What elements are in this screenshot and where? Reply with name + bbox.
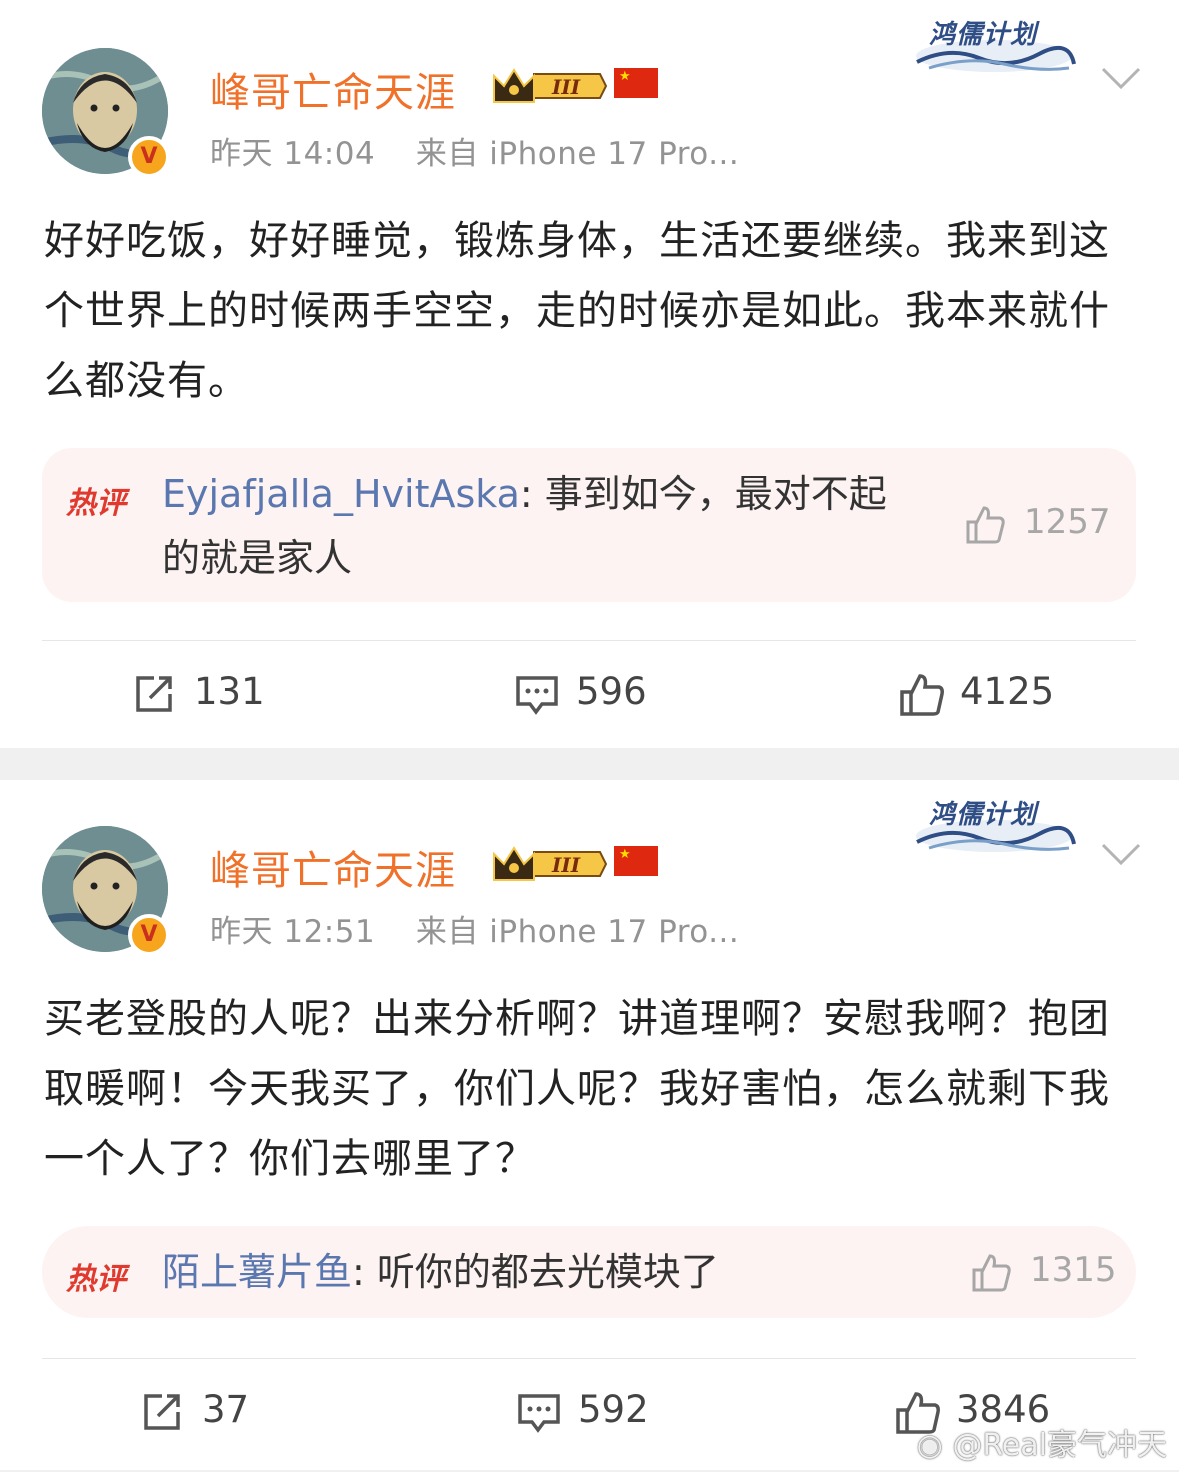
divider bbox=[42, 640, 1136, 641]
hongru-plan-text: 鸿儒计划 bbox=[929, 800, 1038, 830]
repost-icon bbox=[136, 676, 172, 712]
like-count: 4125 bbox=[960, 670, 1055, 713]
post-content[interactable]: 好好吃饭，好好睡觉，锻炼身体，生活还要继续。我来到这个世界上的时候两手空空，走的… bbox=[44, 206, 1134, 416]
hot-comment[interactable]: 热评 Eyjafjalla_HvitAska: 事到如今，最对不起的就是家人 1… bbox=[42, 448, 1136, 602]
post-time: 昨天 12:51 bbox=[210, 914, 376, 950]
comment-button[interactable]: 592 bbox=[516, 1388, 676, 1438]
hongru-plan-badge: 鸿儒计划 bbox=[909, 788, 1079, 852]
like-button[interactable]: 4125 bbox=[898, 670, 1078, 720]
crown-icon[interactable]: III bbox=[490, 842, 608, 886]
comment-count: 596 bbox=[576, 670, 647, 713]
china-flag-icon: ★ bbox=[614, 68, 658, 98]
crown-icon[interactable]: III bbox=[490, 64, 608, 108]
post-content[interactable]: 买老登股的人呢？出来分析啊？讲道理啊？安慰我啊？抱团取暖啊！今天我买了，你们人呢… bbox=[44, 984, 1134, 1194]
comment-icon bbox=[516, 676, 558, 715]
repost-icon bbox=[144, 1394, 180, 1430]
watermark-text: @Real豪气冲天 bbox=[952, 1428, 1167, 1463]
hot-comment-text: 陌上薯片鱼: 听你的都去光模块了 bbox=[162, 1240, 892, 1304]
like-icon bbox=[900, 674, 944, 716]
username[interactable]: 峰哥亡命天涯 bbox=[210, 60, 456, 118]
repost-button[interactable]: 37 bbox=[140, 1388, 270, 1438]
hongru-plan-badge: 鸿儒计划 bbox=[909, 8, 1079, 72]
weibo-watermark: ◉ @Real豪气冲天 bbox=[917, 1420, 1167, 1464]
hot-comment-body: : 听你的都去光模块了 bbox=[352, 1250, 719, 1294]
post-source: 来自 iPhone 17 Pro... bbox=[415, 914, 740, 950]
hot-comment-like[interactable]: 1257 bbox=[964, 502, 1124, 546]
hot-comment-user[interactable]: Eyjafjalla_HvitAska bbox=[162, 472, 520, 516]
hot-comment-tag: 热评 bbox=[66, 486, 126, 521]
hot-comment[interactable]: 热评 陌上薯片鱼: 听你的都去光模块了 1315 bbox=[42, 1226, 1136, 1318]
divider bbox=[42, 1358, 1136, 1359]
china-flag-icon: ★ bbox=[614, 846, 658, 876]
hot-comment-like-count: 1315 bbox=[1030, 1250, 1117, 1290]
hot-comment-like-count: 1257 bbox=[1024, 502, 1111, 542]
repost-button[interactable]: 131 bbox=[132, 670, 282, 720]
post-time: 昨天 14:04 bbox=[210, 136, 376, 172]
verified-icon: V bbox=[128, 136, 170, 178]
chevron-down-icon[interactable] bbox=[1100, 840, 1142, 868]
post-source: 来自 iPhone 17 Pro... bbox=[415, 136, 740, 172]
hongru-plan-text: 鸿儒计划 bbox=[929, 20, 1038, 50]
weibo-post-2: 鸿儒计划 V 峰哥亡命天涯 III ★ 昨天 12:51 来自 iPhone 1… bbox=[0, 780, 1179, 1470]
hot-comment-user[interactable]: 陌上薯片鱼 bbox=[162, 1250, 352, 1294]
crown-level: III bbox=[551, 75, 581, 99]
verified-icon: V bbox=[128, 914, 170, 956]
username[interactable]: 峰哥亡命天涯 bbox=[210, 838, 456, 896]
comment-icon bbox=[518, 1394, 560, 1433]
like-icon bbox=[966, 506, 1005, 544]
hot-comment-like[interactable]: 1315 bbox=[970, 1250, 1130, 1294]
weibo-post-1: 鸿儒计划 V 峰哥亡命天涯 III ★ 昨天 14:04 来自 iPhone 1… bbox=[0, 0, 1179, 748]
comment-count: 592 bbox=[578, 1388, 649, 1431]
repost-count: 131 bbox=[194, 670, 265, 713]
repost-count: 37 bbox=[202, 1388, 250, 1431]
like-icon bbox=[972, 1254, 1011, 1292]
hot-comment-text: Eyjafjalla_HvitAska: 事到如今，最对不起的就是家人 bbox=[162, 462, 892, 590]
comment-button[interactable]: 596 bbox=[514, 670, 674, 720]
hot-comment-tag: 热评 bbox=[66, 1262, 126, 1297]
post-meta: 昨天 14:04 来自 iPhone 17 Pro... bbox=[210, 128, 739, 173]
chevron-down-icon[interactable] bbox=[1100, 64, 1142, 92]
post-meta: 昨天 12:51 来自 iPhone 17 Pro... bbox=[210, 906, 739, 951]
crown-level: III bbox=[551, 853, 581, 877]
weibo-logo-icon: ◉ bbox=[916, 1428, 943, 1463]
